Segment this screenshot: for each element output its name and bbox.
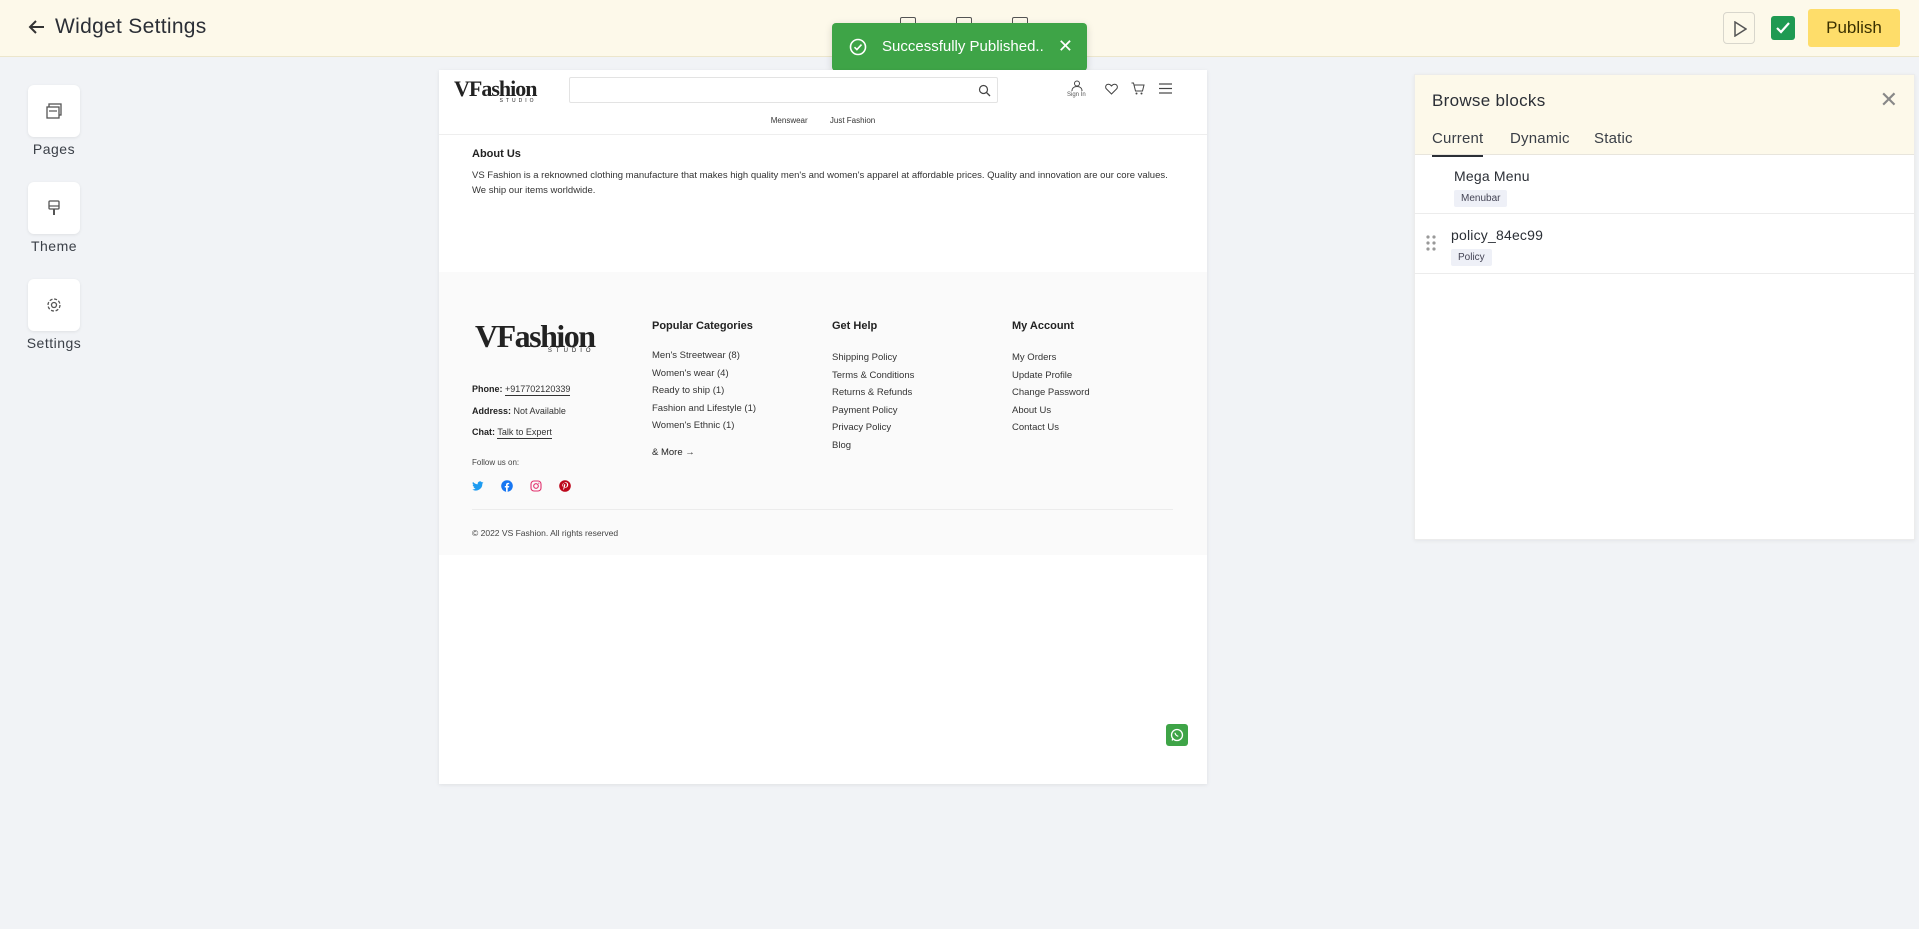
play-icon: [1734, 21, 1747, 37]
footer-link[interactable]: Women's wear (4): [652, 368, 756, 386]
shop-header: VFashion STUDIO Sign In Menswear Just Fas…: [439, 70, 1207, 135]
sidebar-item-theme[interactable]: [28, 182, 80, 234]
whatsapp-icon: [1170, 728, 1184, 742]
footer-col-title: My Account: [1012, 320, 1074, 332]
footer-link[interactable]: Fashion and Lifestyle (1): [652, 403, 756, 421]
footer-link[interactable]: Privacy Policy: [832, 420, 914, 438]
check-icon: [1776, 22, 1790, 34]
about-text: VS Fashion is a reknowned clothing manuf…: [472, 170, 1168, 181]
footer-col-title: Popular Categories: [652, 320, 753, 332]
footer-link[interactable]: Update Profile: [1012, 368, 1090, 386]
block-item[interactable]: Mega Menu Menubar: [1415, 155, 1914, 214]
sidebar-label-settings: Settings: [26, 335, 82, 351]
tab-static[interactable]: Static: [1594, 130, 1633, 155]
site-preview: VFashion STUDIO Sign In Menswear Just Fas…: [439, 70, 1207, 784]
tab-current[interactable]: Current: [1432, 130, 1484, 157]
footer-link[interactable]: Payment Policy: [832, 403, 914, 421]
drag-handle-icon[interactable]: [1426, 235, 1436, 251]
sidebar-label-pages: Pages: [32, 141, 76, 157]
brush-icon: [48, 200, 60, 215]
publish-button[interactable]: Publish: [1808, 9, 1900, 47]
footer-link[interactable]: Change Password: [1012, 385, 1090, 403]
footer-link[interactable]: Men's Streetwear (8): [652, 350, 756, 368]
about-text-2: We ship our items worldwide.: [472, 185, 596, 196]
block-name: policy_84ec99: [1451, 227, 1544, 243]
block-name: Mega Menu: [1454, 168, 1530, 184]
gear-icon: [47, 298, 61, 312]
chat-link[interactable]: Talk to Expert: [497, 427, 552, 439]
footer-chat: Chat: Talk to Expert: [472, 427, 552, 439]
block-badge: Menubar: [1454, 190, 1508, 207]
user-icon[interactable]: [1071, 80, 1083, 92]
cart-icon[interactable]: [1131, 82, 1145, 95]
close-icon[interactable]: ✕: [1058, 37, 1073, 55]
panel-title: Browse blocks: [1432, 91, 1546, 110]
about-section: About Us VS Fashion is a reknowned cloth…: [472, 148, 1172, 198]
block-badge: Policy: [1451, 249, 1492, 266]
toast-message: Successfully Published..: [882, 38, 1044, 55]
footer-link[interactable]: Blog: [832, 438, 914, 456]
shop-footer: VFashion STUDIO Phone: +917702120339 Addr…: [439, 272, 1207, 555]
twitter-icon[interactable]: [472, 479, 484, 491]
footer-link[interactable]: Contact Us: [1012, 420, 1090, 438]
footer-link[interactable]: About Us: [1012, 403, 1090, 421]
browse-blocks-panel: Browse blocks ✕ Current Dynamic Static M…: [1414, 74, 1915, 540]
save-check-button[interactable]: [1771, 16, 1795, 40]
facebook-icon[interactable]: [501, 479, 513, 492]
footer-link[interactable]: Returns & Refunds: [832, 385, 914, 403]
shop-search-input[interactable]: [569, 77, 998, 103]
close-icon[interactable]: ✕: [1880, 89, 1898, 111]
success-toast: Successfully Published.. ✕: [832, 23, 1087, 71]
pages-icon: [46, 103, 62, 119]
tab-dynamic[interactable]: Dynamic: [1510, 130, 1570, 155]
footer-col-account: My Account My Orders Update Profile Chan…: [1012, 320, 1090, 438]
menu-icon[interactable]: [1159, 83, 1172, 94]
search-icon[interactable]: [978, 84, 991, 97]
phone-link[interactable]: +917702120339: [505, 384, 571, 396]
sidebar-label-theme: Theme: [30, 238, 78, 254]
footer-col-help: Get Help Shipping Policy Terms & Conditi…: [832, 320, 914, 455]
page-title: Widget Settings: [55, 15, 207, 38]
sidebar-item-settings[interactable]: [28, 279, 80, 331]
heart-icon[interactable]: [1105, 83, 1118, 95]
shop-logo[interactable]: VFashion STUDIO: [454, 76, 537, 104]
block-item[interactable]: policy_84ec99 Policy: [1415, 215, 1914, 274]
footer-col-categories: Popular Categories Men's Streetwear (8) …: [652, 320, 756, 438]
instagram-icon[interactable]: [530, 479, 542, 492]
about-title: About Us: [472, 148, 521, 160]
footer-link[interactable]: Shipping Policy: [832, 350, 914, 368]
footer-link[interactable]: Terms & Conditions: [832, 368, 914, 386]
whatsapp-button[interactable]: [1166, 724, 1188, 746]
footer-col-title: Get Help: [832, 320, 878, 332]
more-categories-link[interactable]: & More →: [652, 447, 695, 458]
follow-label: Follow us on:: [472, 458, 520, 467]
pinterest-icon[interactable]: [559, 479, 571, 492]
preview-button[interactable]: [1723, 12, 1755, 44]
sign-in-label[interactable]: Sign In: [1067, 92, 1086, 98]
footer-link[interactable]: Women's Ethnic (1): [652, 420, 756, 438]
back-arrow-icon[interactable]: [27, 17, 49, 39]
footer-link[interactable]: My Orders: [1012, 350, 1090, 368]
panel-header: Browse blocks ✕ Current Dynamic Static: [1415, 75, 1914, 157]
copyright-text: © 2022 VS Fashion. All rights reserved: [472, 528, 619, 538]
nav-item-just-fashion[interactable]: Just Fashion: [830, 116, 875, 125]
footer-logo[interactable]: VFashion STUDIO: [475, 318, 596, 354]
social-links: [472, 479, 571, 492]
footer-divider: [472, 509, 1173, 510]
sidebar-item-pages[interactable]: [28, 85, 80, 137]
footer-address: Address: Not Available: [472, 406, 566, 416]
check-circle-icon: [849, 38, 867, 56]
shop-nav: Menswear Just Fashion: [439, 116, 1207, 125]
footer-phone: Phone: +917702120339: [472, 384, 571, 396]
footer-link[interactable]: Ready to ship (1): [652, 385, 756, 403]
nav-item-menswear[interactable]: Menswear: [771, 116, 808, 125]
